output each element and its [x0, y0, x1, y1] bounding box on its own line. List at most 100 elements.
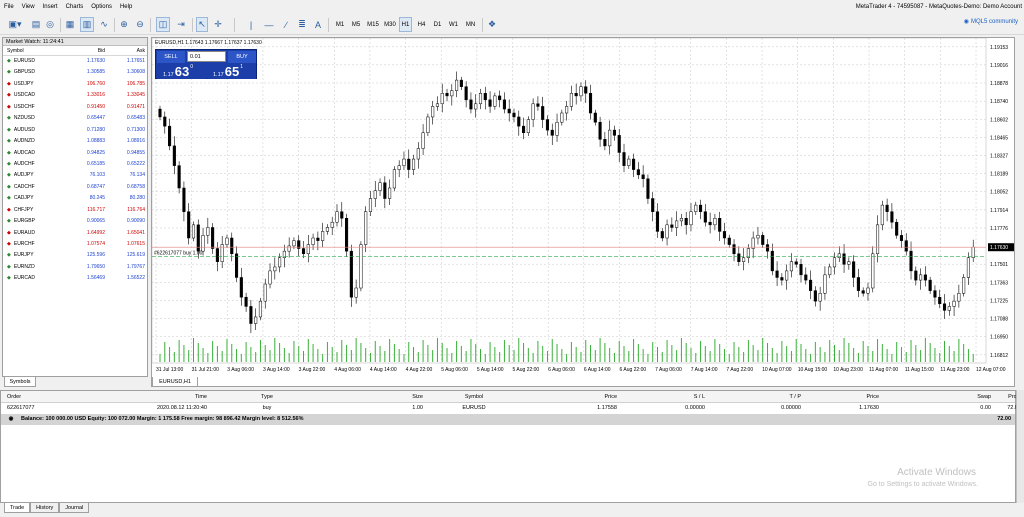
- menu-options[interactable]: Options: [87, 0, 116, 15]
- menu-help[interactable]: Help: [116, 0, 136, 15]
- zoom-out-icon[interactable]: ⊖: [134, 17, 146, 32]
- tf-w1[interactable]: W1: [447, 17, 460, 32]
- menu-insert[interactable]: Insert: [39, 0, 62, 15]
- list-item[interactable]: ◆ AUDNZD 1.08883 1.08916: [3, 136, 147, 147]
- list-item[interactable]: ◆ EURUSD 1.17630 1.17651: [3, 56, 147, 67]
- channel-icon[interactable]: ≣: [296, 17, 308, 32]
- tf-m15[interactable]: M15: [365, 17, 381, 32]
- chart-window[interactable]: 1.19153 1.19016 1.18878 1.18740 1.18602 1.184…: [151, 37, 1015, 387]
- tf-h1[interactable]: H1: [399, 17, 412, 32]
- list-item[interactable]: ◆ USDCHF 0.91450 0.91471: [3, 102, 147, 113]
- tf-m5[interactable]: M5: [349, 17, 363, 32]
- cursor-icon[interactable]: ↖: [196, 17, 208, 32]
- menu-view[interactable]: View: [18, 0, 39, 15]
- list-item[interactable]: ◆ EURGBP 0.90065 0.90090: [3, 216, 147, 227]
- trendline-icon[interactable]: ∕: [280, 17, 292, 32]
- candle: [942, 303, 947, 311]
- col-price-current[interactable]: Price: [801, 391, 879, 402]
- buy-button[interactable]: BUY: [228, 51, 256, 63]
- list-item[interactable]: ◆ NZDUSD 0.65447 0.65483: [3, 113, 147, 124]
- candle: [172, 145, 176, 166]
- col-ask[interactable]: Ask: [105, 46, 147, 55]
- line-chart-icon[interactable]: ∿: [98, 17, 110, 32]
- list-item[interactable]: ◆ EURJPY 125.596 125.619: [3, 250, 147, 261]
- list-item[interactable]: ◆ AUDCAD 0.94825 0.94855: [3, 148, 147, 159]
- tf-m30[interactable]: M30: [382, 17, 398, 32]
- lot-size-input[interactable]: 0.01: [187, 51, 226, 62]
- tile-windows-icon[interactable]: ◫: [156, 17, 170, 32]
- horizontal-line-icon[interactable]: —: [262, 17, 276, 32]
- tab-journal[interactable]: Journal: [59, 503, 90, 513]
- col-sl[interactable]: S / L: [617, 391, 705, 402]
- list-item[interactable]: ◆ USDCAD 1.33016 1.33045: [3, 90, 147, 101]
- new-chart-icon[interactable]: ▣▾: [4, 17, 26, 32]
- list-item[interactable]: ◆ CADJPY 80.245 80.280: [3, 193, 147, 204]
- navigator-icon[interactable]: ▦: [64, 17, 76, 32]
- col-order[interactable]: Order: [1, 391, 117, 402]
- up-arrow-icon: ◆: [7, 172, 11, 179]
- list-item[interactable]: ◆ EURNZD 1.79650 1.79767: [3, 262, 147, 273]
- candle: [340, 211, 344, 219]
- autotrading-icon[interactable]: ▥: [80, 17, 94, 32]
- profiles-icon[interactable]: ▤: [30, 17, 42, 32]
- candle: [536, 103, 540, 107]
- periods-icon[interactable]: ❖: [486, 17, 498, 32]
- table-row[interactable]: 622617077 2020.08.12 11:20:40 buy 1.00 EURUS…: [1, 403, 1021, 414]
- list-item[interactable]: ◆ CHFJPY 116.717 116.764: [3, 205, 147, 216]
- text-icon[interactable]: A: [312, 17, 324, 32]
- col-bid[interactable]: Bid: [63, 46, 105, 55]
- symbol-name: CADJPY: [13, 195, 34, 202]
- bid-price: 0.68747: [86, 183, 105, 190]
- autoscroll-icon[interactable]: ⇥: [174, 17, 188, 32]
- tf-d1[interactable]: D1: [431, 17, 444, 32]
- list-item[interactable]: ◆ USDJPY 106.760 106.785: [3, 79, 147, 90]
- y-tick-label: 1.18740: [990, 99, 1008, 105]
- y-tick-label: 1.18878: [990, 81, 1008, 87]
- tf-h4[interactable]: H4: [415, 17, 428, 32]
- tf-mn[interactable]: MN: [463, 17, 478, 32]
- ask-price: 0.94855: [126, 149, 145, 156]
- col-tp[interactable]: T / P: [705, 391, 801, 402]
- candle: [684, 218, 688, 226]
- list-item[interactable]: ◆ EURCHF 1.07574 1.07615: [3, 239, 147, 250]
- activate-windows-hint: Go to Settings to activate Windows.: [867, 481, 979, 488]
- candle: [885, 204, 889, 212]
- crosshair-icon[interactable]: ✛: [212, 17, 224, 32]
- col-price[interactable]: Price: [525, 391, 617, 402]
- tab-trade[interactable]: Trade: [4, 503, 31, 513]
- tf-m1[interactable]: M1: [333, 17, 347, 32]
- market-watch-icon[interactable]: ◎: [44, 17, 56, 32]
- menu-charts[interactable]: Charts: [62, 0, 88, 15]
- col-time[interactable]: Time: [117, 391, 207, 402]
- candle: [770, 250, 774, 272]
- col-symbol[interactable]: Symbol: [3, 46, 63, 55]
- bid-price: 106.760: [86, 80, 105, 87]
- bid-price: 0.71280: [86, 126, 105, 133]
- terminal-scrollbar[interactable]: [1016, 390, 1024, 503]
- plot-area[interactable]: [152, 38, 987, 364]
- mql5-community-link[interactable]: ◉ MQL5 community: [964, 18, 1018, 26]
- list-item[interactable]: ◆ EURAUD 1.64992 1.65041: [3, 228, 147, 239]
- col-symbol[interactable]: Symbol: [423, 391, 525, 402]
- y-tick-label: 1.17501: [990, 262, 1008, 268]
- tab-history[interactable]: History: [30, 503, 60, 513]
- buy-price[interactable]: 1.17 65 1: [207, 64, 256, 79]
- list-item[interactable]: ◆ CADCHF 0.68747 0.68758: [3, 182, 147, 193]
- col-size[interactable]: Size: [327, 391, 423, 402]
- list-item[interactable]: ◆ AUDJPY 76.103 76.134: [3, 170, 147, 181]
- price-chart[interactable]: 1.19153 1.19016 1.18878 1.18740 1.18602 1.184…: [152, 38, 1014, 376]
- sell-button[interactable]: SELL: [157, 51, 185, 63]
- zoom-in-icon[interactable]: ⊕: [118, 17, 130, 32]
- tab-chart-eurusd[interactable]: EURUSD,H1: [152, 377, 198, 387]
- tab-symbols[interactable]: Symbols: [4, 377, 36, 387]
- menu-file[interactable]: File: [0, 0, 18, 15]
- vertical-line-icon[interactable]: |: [244, 17, 258, 32]
- sell-price[interactable]: 1.17 63 0: [157, 64, 206, 79]
- list-item[interactable]: ◆ GBPUSD 1.30585 1.30608: [3, 67, 147, 78]
- candle: [407, 158, 411, 170]
- list-item[interactable]: ◆ EURCAD 1.56469 1.56522: [3, 273, 147, 284]
- list-item[interactable]: ◆ AUDUSD 0.71280 0.71300: [3, 125, 147, 136]
- col-type[interactable]: Type: [207, 391, 327, 402]
- col-swap[interactable]: Swap: [879, 391, 991, 402]
- list-item[interactable]: ◆ AUDCHF 0.65185 0.65222: [3, 159, 147, 170]
